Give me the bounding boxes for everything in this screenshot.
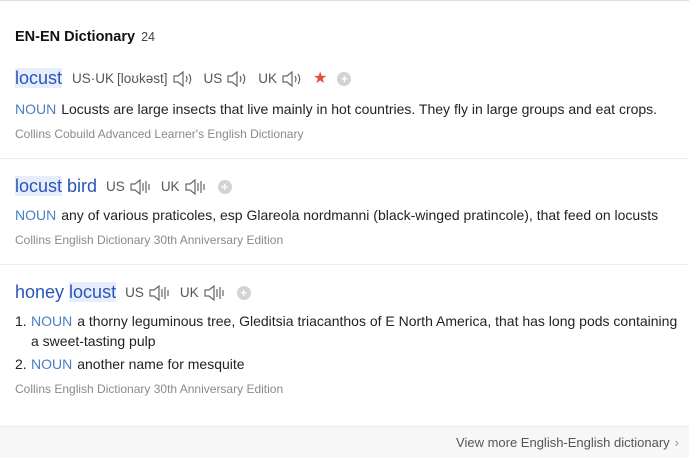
speaker-icon[interactable] [203, 284, 227, 302]
sense-2: 2. NOUN another name for mesquite [15, 354, 685, 374]
view-more-link[interactable]: View more English-English dictionary › [456, 435, 679, 450]
speaker-icon[interactable] [226, 70, 250, 88]
us-label: US [125, 285, 144, 300]
sense-number: 1. [15, 313, 27, 329]
speaker-icon[interactable] [184, 178, 208, 196]
definition-text: any of various praticoles, esp Glareola … [61, 207, 659, 223]
us-label: US [106, 179, 125, 194]
entry-locust: locust US·UK [loʊkəst] US UK ★ + NOUN Loc… [0, 1, 689, 159]
part-of-speech: NOUN [31, 313, 73, 329]
view-more-bar: View more English-English dictionary › [0, 426, 689, 458]
part-of-speech: NOUN [31, 356, 73, 372]
dictionary-source: Collins Cobuild Advanced Learner's Engli… [15, 127, 304, 141]
uk-label: UK [258, 71, 278, 86]
dictionary-source: Collins English Dictionary 30th Annivers… [15, 382, 284, 396]
favorite-star-icon[interactable]: ★ [313, 70, 327, 88]
definition: NOUN Locusts are large insects that live … [15, 101, 657, 117]
entry-locust-bird: locust bird US UK + NOUN any of various pr… [0, 158, 689, 265]
definition-text-continued: a sweet-tasting pulp [31, 333, 156, 349]
headword[interactable]: locust bird [15, 176, 97, 197]
entry-honey-locust: honey locust US UK + 1. NOUN a thorny legu… [0, 264, 689, 426]
definition-text: another name for mesquite [77, 356, 245, 372]
chevron-right-icon: › [674, 435, 679, 450]
headword[interactable]: honey locust [15, 282, 117, 303]
sense-1: 1. NOUN a thorny leguminous tree, Gledits… [15, 311, 685, 351]
dictionary-source: Collins English Dictionary 30th Annivers… [15, 233, 284, 247]
part-of-speech: NOUN [15, 101, 57, 117]
phonetic: [loʊkəst] [117, 71, 168, 86]
sense-number: 2. [15, 356, 27, 372]
definition-text: a thorny leguminous tree, Gleditsia tria… [77, 313, 678, 329]
us-label: US [203, 71, 223, 86]
speaker-icon[interactable] [148, 284, 172, 302]
us-uk-label: US·UK [72, 71, 115, 86]
add-icon[interactable]: + [236, 285, 251, 300]
part-of-speech: NOUN [15, 207, 57, 223]
speaker-icon[interactable] [172, 70, 196, 88]
definition-text: Locusts are large insects that live main… [61, 101, 658, 117]
definition: NOUN any of various praticoles, esp Glare… [15, 207, 658, 223]
add-icon[interactable]: + [337, 71, 352, 86]
uk-label: UK [179, 285, 199, 300]
add-icon[interactable]: + [217, 179, 232, 194]
uk-label: UK [160, 179, 180, 194]
speaker-icon[interactable] [281, 70, 305, 88]
speaker-icon[interactable] [129, 178, 153, 196]
headword[interactable]: locust [15, 68, 63, 89]
